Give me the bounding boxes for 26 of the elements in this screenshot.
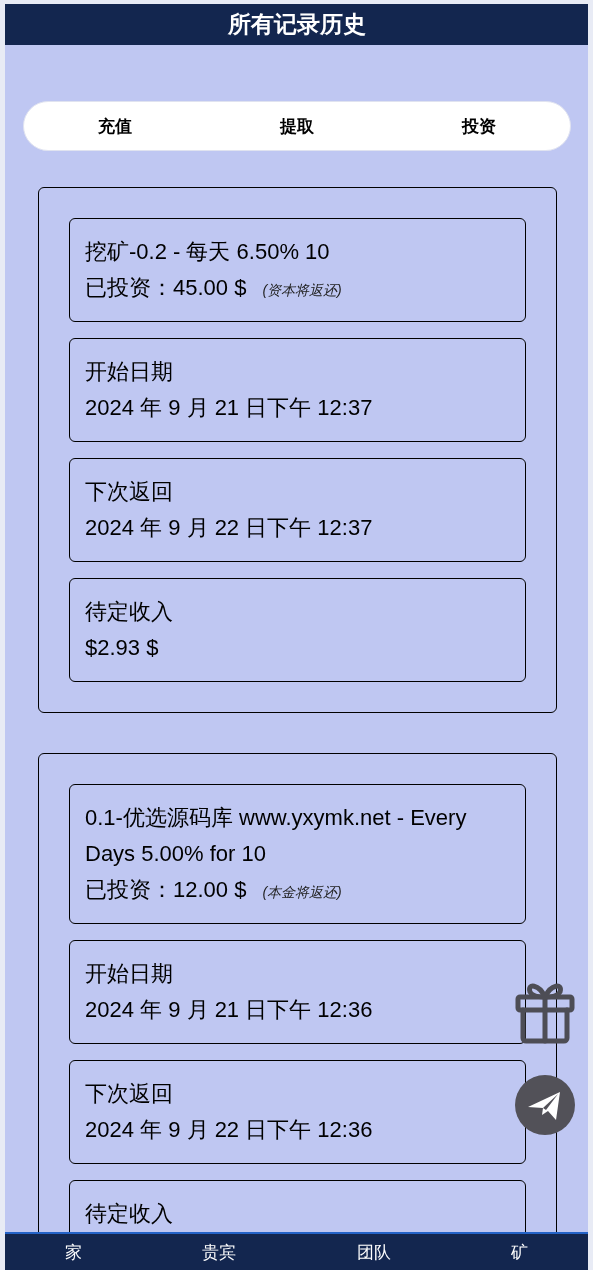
field-label: 开始日期 (85, 960, 174, 988)
telegram-icon[interactable] (515, 1075, 575, 1135)
tab[interactable]: 提取 (206, 106, 388, 146)
plan-title: 0.1-优选源码库 www.yxymk.net - Every Days 5.00% for 10 (85, 804, 468, 868)
field-value: 2024 年 9 月 21 日下午 12:36 (85, 996, 374, 1024)
tab[interactable]: 充值 (24, 106, 206, 146)
field-label: 下次返回 (85, 1080, 174, 1108)
invested-amount: 已投资：45.00 $ (85, 274, 247, 302)
field-value: 2024 年 9 月 22 日下午 12:36 (85, 1116, 374, 1144)
field-value: 2024 年 9 月 21 日下午 12:37 (85, 394, 374, 422)
field-label: 待定收入 (85, 1200, 174, 1228)
field-value: $2.93 $ (85, 634, 160, 662)
plan-title: 挖矿-0.2 - 每天 6.50% 10 (85, 238, 331, 266)
nav-item[interactable]: 贵宾 (198, 1236, 241, 1268)
tab[interactable]: 投资 (388, 106, 570, 146)
nav-item[interactable]: 团队 (352, 1236, 395, 1268)
field-label: 开始日期 (85, 358, 174, 386)
field-label: 待定收入 (85, 598, 174, 626)
invested-amount: 已投资：12.00 $ (85, 876, 247, 904)
capital-note: (本金将返还) (262, 884, 342, 902)
nav-item[interactable]: 矿 (506, 1236, 532, 1268)
page-title: 所有记录历史 (227, 10, 366, 39)
field-value: 2024 年 9 月 22 日下午 12:37 (85, 514, 374, 542)
capital-note: (资本将返还) (262, 282, 342, 300)
field-label: 下次返回 (85, 478, 174, 506)
nav-item[interactable]: 家 (61, 1236, 87, 1268)
